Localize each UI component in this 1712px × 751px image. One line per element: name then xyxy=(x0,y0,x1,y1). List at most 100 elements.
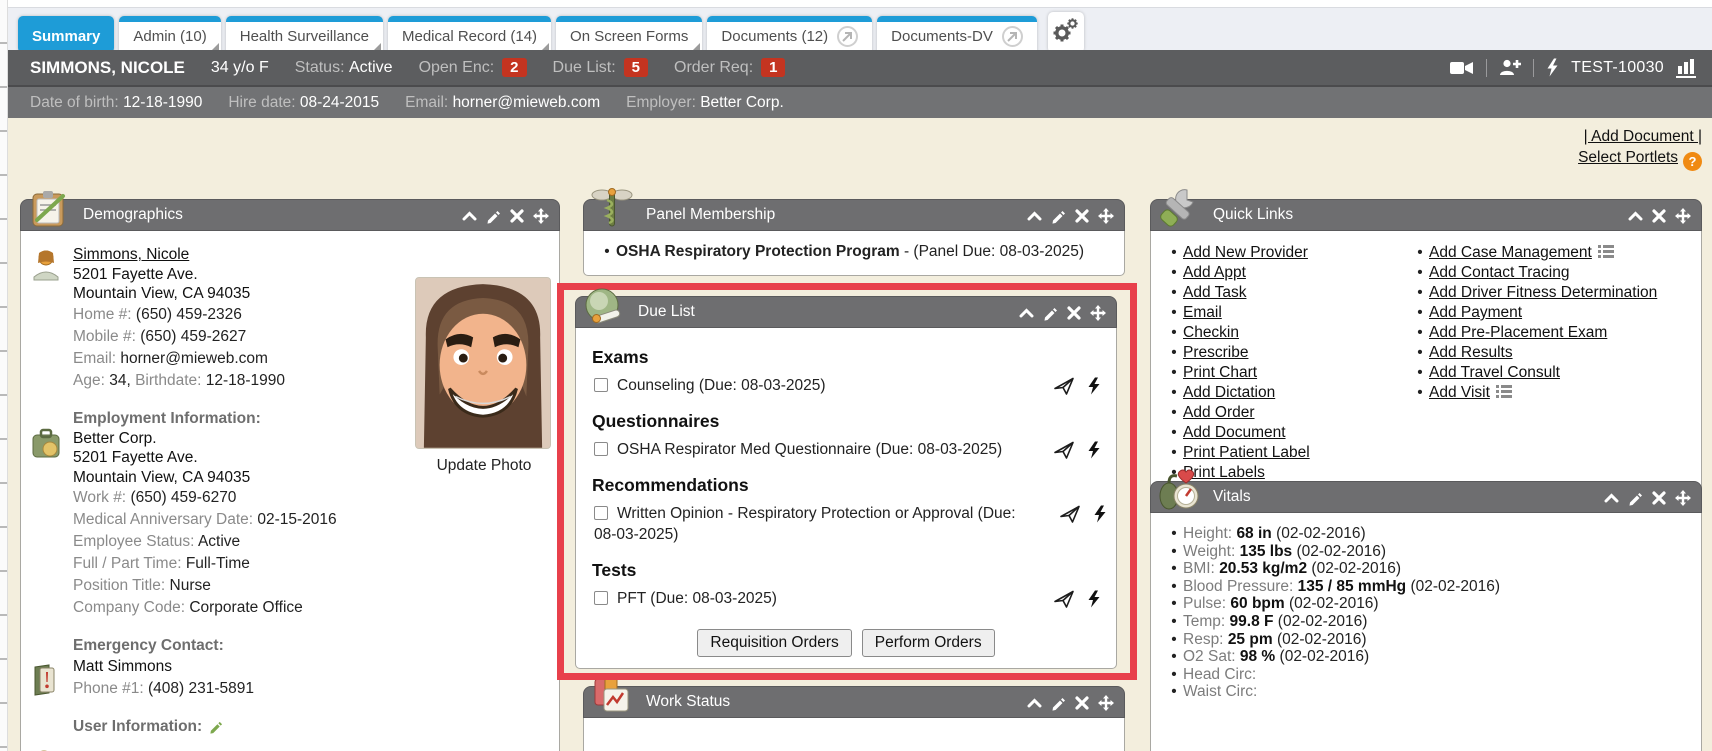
email-label: Email: xyxy=(405,94,448,112)
quick-links-column-1: •Add New Provider •Add Appt •Add Task •E… xyxy=(1165,243,1411,483)
list-view-icon[interactable] xyxy=(1598,244,1614,259)
perform-bolt-icon[interactable] xyxy=(1093,505,1106,523)
edit-icon[interactable] xyxy=(1043,306,1058,321)
quick-link[interactable]: Add Pre-Placement Exam xyxy=(1429,324,1607,341)
open-enc-badge[interactable]: 2 xyxy=(502,58,526,77)
left-resize-gutter[interactable] xyxy=(0,0,8,751)
due-list-header[interactable]: Due List xyxy=(575,296,1117,328)
tab-summary[interactable]: Summary xyxy=(18,16,114,53)
video-camera-icon[interactable] xyxy=(1450,59,1474,77)
quick-link[interactable]: Add New Provider xyxy=(1183,244,1308,261)
edit-icon[interactable] xyxy=(486,209,501,224)
collapse-icon[interactable] xyxy=(1628,210,1643,222)
perform-orders-button[interactable]: Perform Orders xyxy=(862,629,995,657)
quick-link[interactable]: Add Case Management xyxy=(1429,244,1592,261)
panel-membership-header[interactable]: Panel Membership xyxy=(583,199,1125,231)
quick-action-bolt-icon[interactable] xyxy=(1546,58,1559,77)
close-icon[interactable] xyxy=(1067,306,1081,320)
collapse-icon[interactable] xyxy=(1019,307,1034,319)
move-icon[interactable] xyxy=(533,208,549,224)
edit-icon[interactable] xyxy=(1051,209,1066,224)
position-title-value: Nurse xyxy=(170,577,211,594)
quick-link[interactable]: Checkin xyxy=(1183,324,1239,341)
requisition-orders-button[interactable]: Requisition Orders xyxy=(697,629,851,657)
move-icon[interactable] xyxy=(1675,490,1691,506)
edit-icon[interactable] xyxy=(1051,696,1066,711)
popout-arrow-icon[interactable] xyxy=(1002,26,1023,47)
due-item-checkbox[interactable] xyxy=(594,506,608,520)
close-icon[interactable] xyxy=(1652,209,1666,223)
due-list-label: Due List: xyxy=(553,59,616,77)
send-order-icon[interactable] xyxy=(1053,376,1074,395)
flowsheet-chart-icon[interactable] xyxy=(1676,58,1698,78)
popout-arrow-icon[interactable] xyxy=(837,26,858,47)
quick-link[interactable]: Add Task xyxy=(1183,284,1246,301)
due-item-checkbox[interactable] xyxy=(594,591,608,605)
portlet-due-list: Due List Exams Counseling (Due: 08-03-20… xyxy=(575,296,1117,669)
collapse-icon[interactable] xyxy=(1027,210,1042,222)
move-icon[interactable] xyxy=(1090,305,1106,321)
close-icon[interactable] xyxy=(1075,209,1089,223)
quick-link[interactable]: Add Appt xyxy=(1183,264,1246,281)
add-user-icon[interactable] xyxy=(1499,58,1521,77)
send-order-icon[interactable] xyxy=(1053,589,1074,608)
tab-medical-record[interactable]: Medical Record (14) xyxy=(388,16,551,53)
due-item-checkbox[interactable] xyxy=(594,378,608,392)
quick-link[interactable]: Add Dictation xyxy=(1183,384,1275,401)
collapse-icon[interactable] xyxy=(1027,697,1042,709)
edit-icon[interactable] xyxy=(1628,491,1643,506)
quick-link[interactable]: Add Driver Fitness Determination xyxy=(1429,284,1657,301)
select-portlets-link[interactable]: Select Portlets xyxy=(1578,149,1678,166)
add-document-link[interactable]: | Add Document | xyxy=(1584,128,1702,145)
patient-name-link[interactable]: Simmons, Nicole xyxy=(73,246,189,263)
work-status-header[interactable]: Work Status xyxy=(583,686,1125,718)
close-icon[interactable] xyxy=(1075,696,1089,710)
tab-health-surveillance[interactable]: Health Surveillance xyxy=(226,16,383,53)
quick-links-header[interactable]: Quick Links xyxy=(1150,199,1702,231)
perform-bolt-icon[interactable] xyxy=(1087,590,1100,608)
user-info-key-icon xyxy=(31,747,61,751)
birthdate-value: 12-18-1990 xyxy=(206,372,285,389)
tab-label: On Screen Forms xyxy=(570,28,688,45)
vital-row: •Weight: 135 lbs (02-02-2016) xyxy=(1165,543,1691,561)
quick-link[interactable]: Add Visit xyxy=(1429,384,1490,401)
list-view-icon[interactable] xyxy=(1496,384,1512,399)
tab-documents[interactable]: Documents (12) xyxy=(707,16,872,53)
quick-link[interactable]: Add Order xyxy=(1183,404,1255,421)
update-photo-link[interactable]: Update Photo xyxy=(437,455,532,476)
move-icon[interactable] xyxy=(1675,208,1691,224)
quick-link[interactable]: Prescribe xyxy=(1183,344,1248,361)
send-order-icon[interactable] xyxy=(1053,440,1074,459)
vitals-body: •Height: 68 in (02-02-2016) •Weight: 135… xyxy=(1150,513,1702,751)
quick-link[interactable]: Email xyxy=(1183,304,1222,321)
quick-link[interactable]: Print Patient Label xyxy=(1183,444,1310,461)
close-icon[interactable] xyxy=(1652,491,1666,505)
position-title-label: Position Title: xyxy=(73,577,165,594)
quick-link[interactable]: Add Contact Tracing xyxy=(1429,264,1569,281)
close-icon[interactable] xyxy=(510,209,524,223)
move-icon[interactable] xyxy=(1098,695,1114,711)
perform-bolt-icon[interactable] xyxy=(1087,441,1100,459)
tab-on-screen-forms[interactable]: On Screen Forms xyxy=(556,16,702,53)
due-item-checkbox[interactable] xyxy=(594,442,608,456)
tab-settings-gears-icon[interactable] xyxy=(1048,12,1084,53)
due-list-badge[interactable]: 5 xyxy=(624,58,648,77)
quick-link[interactable]: Print Chart xyxy=(1183,364,1257,381)
send-order-icon[interactable] xyxy=(1059,504,1080,523)
email-label: Email: xyxy=(73,350,116,367)
edit-pencil-icon[interactable] xyxy=(209,720,223,734)
demographics-header[interactable]: Demographics xyxy=(20,199,560,231)
tab-documents-dv[interactable]: Documents-DV xyxy=(877,16,1037,53)
perform-bolt-icon[interactable] xyxy=(1087,377,1100,395)
collapse-icon[interactable] xyxy=(1604,492,1619,504)
tab-admin[interactable]: Admin (10) xyxy=(119,16,220,53)
order-req-badge[interactable]: 1 xyxy=(761,58,785,77)
collapse-icon[interactable] xyxy=(462,210,477,222)
quick-link[interactable]: Add Document xyxy=(1183,424,1286,441)
quick-link[interactable]: Add Travel Consult xyxy=(1429,364,1560,381)
move-icon[interactable] xyxy=(1098,208,1114,224)
quick-link[interactable]: Add Payment xyxy=(1429,304,1522,321)
vitals-header[interactable]: Vitals xyxy=(1150,481,1702,513)
help-icon[interactable]: ? xyxy=(1683,152,1702,171)
quick-link[interactable]: Add Results xyxy=(1429,344,1513,361)
